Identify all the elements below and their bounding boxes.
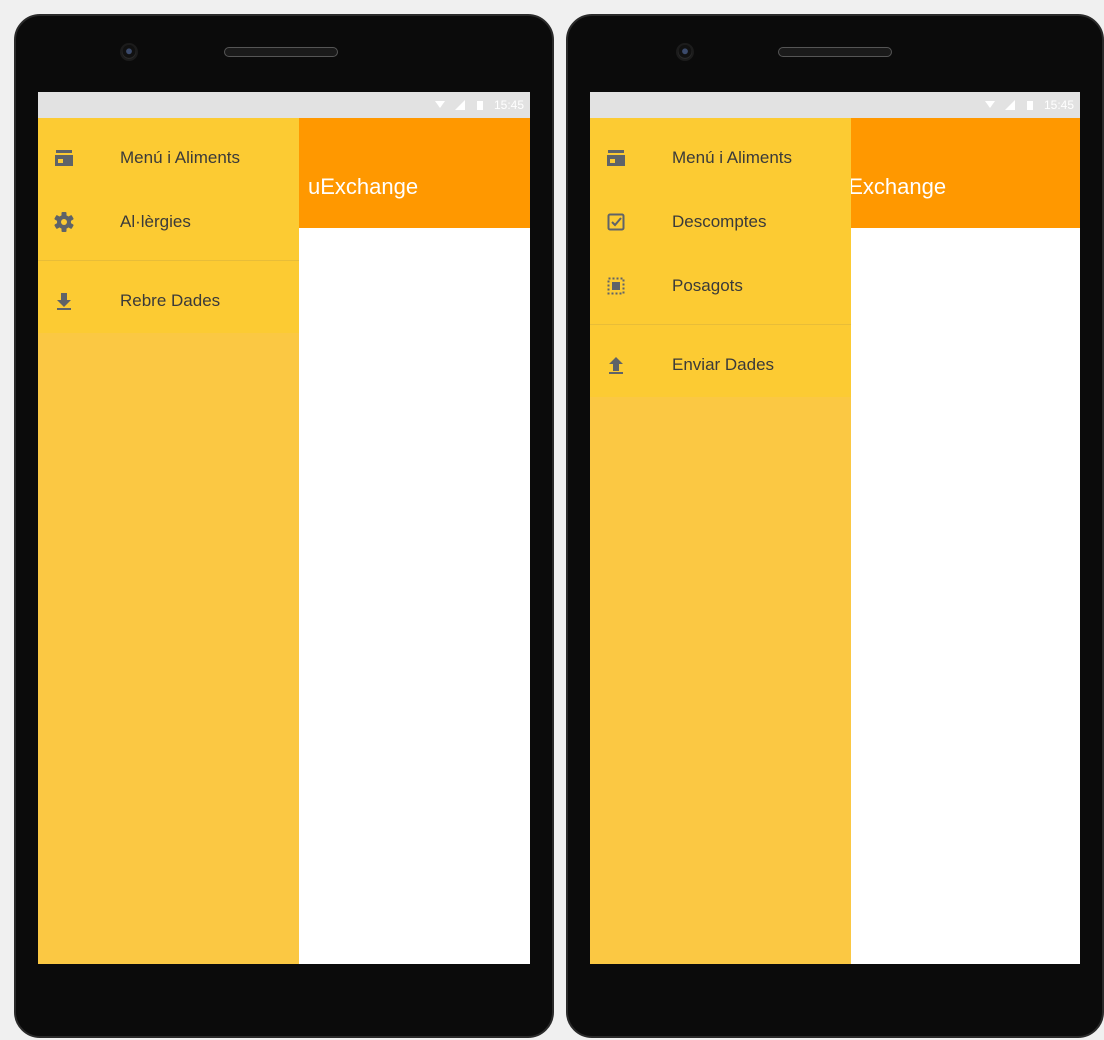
- store-icon: [605, 147, 627, 169]
- drawer-item-label: Menú i Aliments: [120, 148, 240, 167]
- store-icon: [53, 147, 75, 169]
- drawer-item-menu-aliments[interactable]: Menú i Aliments: [38, 126, 299, 190]
- status-time: 15:45: [493, 98, 524, 112]
- battery-icon: [476, 101, 483, 110]
- camera-lens: [122, 45, 136, 59]
- wifi-icon: [984, 101, 995, 108]
- battery-icon: [1026, 101, 1033, 110]
- drawer-divider: [38, 260, 299, 261]
- phone-left: 15:45 uExchange Menú i Aliments Al·lèrgi…: [14, 14, 554, 1038]
- gear-icon: [53, 211, 75, 233]
- navigation-drawer: Menú i Aliments Al·lèrgies Rebre Dades: [38, 118, 299, 964]
- drawer-item-label: Enviar Dades: [672, 355, 775, 374]
- app-title: uExchange: [836, 174, 947, 199]
- earpiece-speaker: [778, 47, 892, 57]
- app-title: uExchange: [308, 174, 419, 199]
- checkbox-icon: [605, 211, 627, 233]
- drawer-item-descomptes[interactable]: Descomptes: [590, 190, 851, 254]
- status-time: 15:45: [1043, 98, 1074, 112]
- signal-icon: [1004, 100, 1015, 110]
- upload-icon: [605, 354, 627, 376]
- phone-right: 15:45 uExchange Menú i Aliments Descompt…: [566, 14, 1104, 1038]
- drawer-divider: [590, 324, 851, 325]
- camera-lens: [678, 45, 692, 59]
- earpiece-speaker: [224, 47, 338, 57]
- status-bar: 15:45: [38, 92, 530, 118]
- download-icon: [53, 290, 75, 312]
- screen: 15:45 uExchange Menú i Aliments Al·lèrgi…: [38, 92, 530, 964]
- drawer-item-label: Al·lèrgies: [120, 212, 191, 231]
- drawer-item-label: Posagots: [672, 276, 743, 295]
- drawer-items: Menú i Aliments Al·lèrgies Rebre Dades: [38, 118, 299, 333]
- drawer-item-enviar-dades[interactable]: Enviar Dades: [590, 333, 851, 397]
- drawer-items: Menú i Aliments Descomptes Posagots Envi…: [590, 118, 851, 397]
- signal-icon: [454, 100, 465, 110]
- drawer-item-posagots[interactable]: Posagots: [590, 254, 851, 318]
- select-all-icon: [605, 275, 627, 297]
- drawer-item-menu-aliments[interactable]: Menú i Aliments: [590, 126, 851, 190]
- wifi-icon: [434, 101, 445, 108]
- status-bar: 15:45: [590, 92, 1080, 118]
- navigation-drawer: Menú i Aliments Descomptes Posagots Envi…: [590, 118, 851, 964]
- drawer-item-label: Descomptes: [672, 212, 767, 231]
- screen: 15:45 uExchange Menú i Aliments Descompt…: [590, 92, 1080, 964]
- drawer-item-allergies[interactable]: Al·lèrgies: [38, 190, 299, 254]
- drawer-item-label: Menú i Aliments: [672, 148, 792, 167]
- drawer-item-label: Rebre Dades: [120, 291, 221, 310]
- drawer-item-rebre-dades[interactable]: Rebre Dades: [38, 269, 299, 333]
